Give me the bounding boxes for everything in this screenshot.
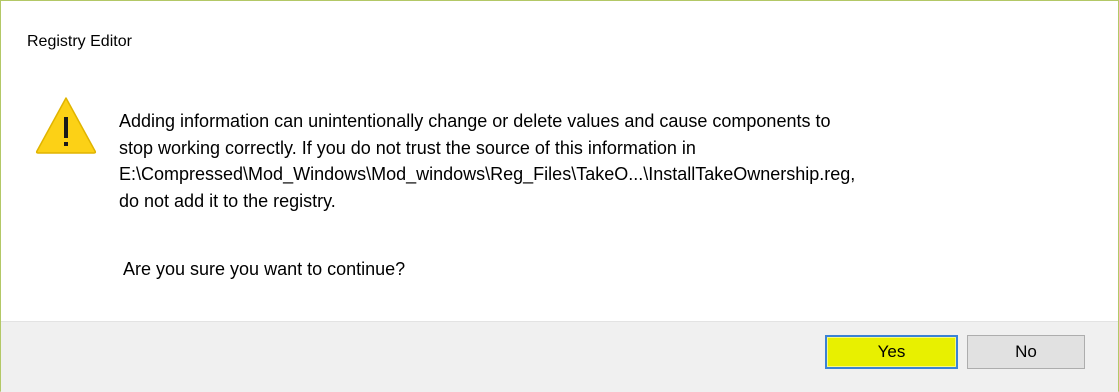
warning-icon (35, 97, 97, 154)
message-line: stop working correctly. If you do not tr… (119, 137, 696, 158)
button-bar: Yes No (1, 321, 1118, 392)
no-button[interactable]: No (967, 335, 1085, 369)
message-line: Adding information can unintentionally c… (119, 111, 831, 131)
dialog-title: Registry Editor (27, 33, 132, 50)
yes-button[interactable]: Yes (825, 335, 958, 369)
registry-editor-dialog: Registry Editor Adding information can u… (0, 0, 1119, 392)
confirmation-question: Are you sure you want to continue? (123, 259, 406, 279)
message-line: E:\Compressed\Mod_Windows\Mod_windows\Re… (119, 164, 856, 184)
warning-message: Adding information can unintentionally c… (119, 108, 1094, 214)
message-line: do not add it to the registry. (119, 190, 336, 211)
